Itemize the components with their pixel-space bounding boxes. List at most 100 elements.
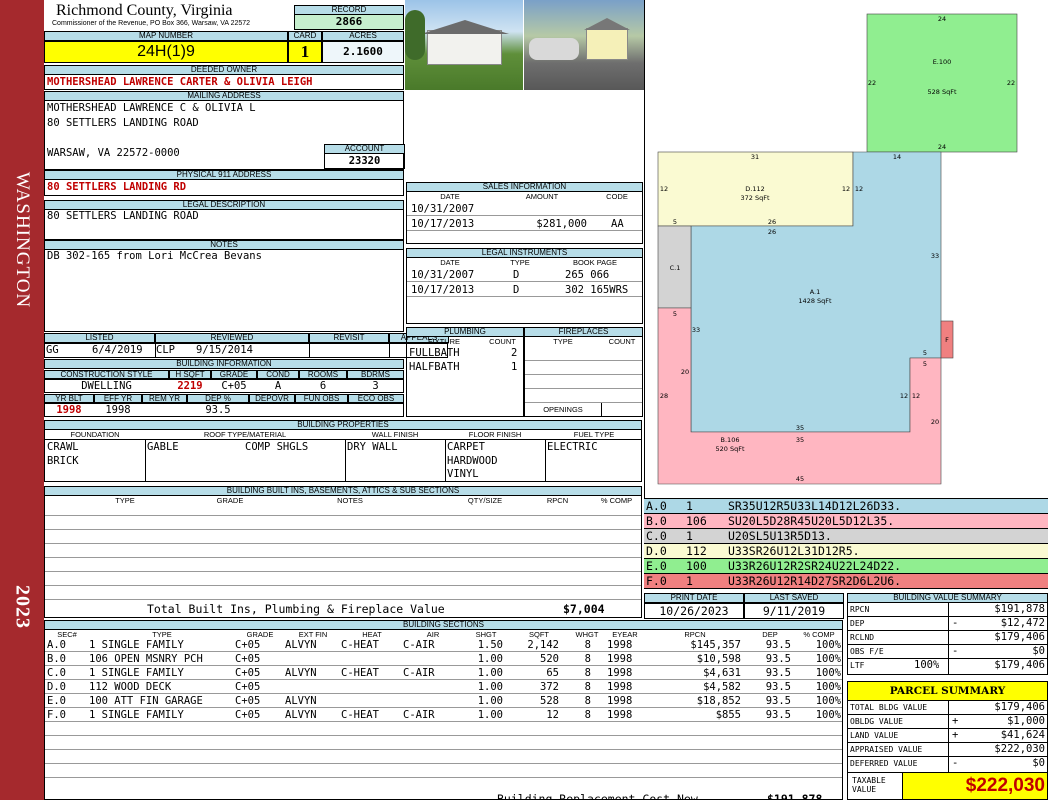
sketch-vectors-list: A.0 1 SR35U12R5U33L14D12L26D33. B.0 106 … <box>644 498 1048 590</box>
section-row: C.0 1 SINGLE FAMILY C+05 ALVYN C-HEAT C-AIR 1.… <box>45 667 842 680</box>
mailing-address-label: MAILING ADDRESS <box>44 91 404 101</box>
replacement-cost-value: $191,878 <box>767 792 823 800</box>
acres-label: ACRES <box>322 31 404 41</box>
physical-address-section: PHYSICAL 911 ADDRESS 80 SETTLERS LANDING… <box>44 170 404 196</box>
svg-text:5: 5 <box>923 360 927 368</box>
notes-label: NOTES <box>44 240 404 250</box>
map-number-value: 24H(1)9 <box>44 41 288 63</box>
floor-finish-1: CARPET <box>447 441 485 453</box>
instrument-row: 10/31/2007 D 265 066 <box>407 268 642 282</box>
sketch-label-e: E.100 <box>933 58 952 66</box>
reviewed-label: REVIEWED <box>155 333 309 343</box>
legal-instruments-section: LEGAL INSTRUMENTS DATE TYPE BOOK PAGE 10… <box>406 248 643 324</box>
sketch-section-e <box>866 13 1018 153</box>
building-sections: BUILDING SECTIONS SEC# TYPE GRADE EXT FI… <box>44 620 843 800</box>
listed-label: LISTED <box>44 333 155 343</box>
revisit-label: REVISIT <box>309 333 389 343</box>
last-saved-date: 9/11/2019 <box>744 603 844 619</box>
svg-text:28: 28 <box>660 392 668 400</box>
taxable-value: $222,030 <box>903 773 1048 800</box>
plumbing-label: PLUMBING <box>406 327 524 337</box>
roof-material: COMP SHGLS <box>245 441 309 453</box>
physical-address-value: 80 SETTLERS LANDING RD <box>44 180 404 196</box>
legal-description-label: LEGAL DESCRIPTION <box>44 200 404 210</box>
building-properties-section: BUILDING PROPERTIES FOUNDATION ROOF TYPE… <box>44 420 642 482</box>
sketch-label-d: D.112 <box>745 185 764 193</box>
fireplaces-label: FIREPLACES <box>524 327 643 337</box>
review-section: LISTED REVIEWED REVISIT APPEALS GG 6/4/2… <box>44 333 449 358</box>
svg-text:26: 26 <box>768 218 776 226</box>
svg-text:35: 35 <box>796 436 804 444</box>
vector-row: A.0 1 SR35U12R5U33L14D12L26D33. <box>644 499 1048 514</box>
mailing-line2: 80 SETTLERS LANDING ROAD <box>47 117 199 129</box>
sketch-area-d: 372 SqFt <box>740 194 769 202</box>
floor-plan-sketch: E.100 528 SqFt D.112 372 SqFt A.1 1428 S… <box>644 0 1050 498</box>
parcel-summary: PARCEL SUMMARY TOTAL BLDG VALUE $179,406 … <box>847 681 1048 800</box>
built-ins-label: BUILDING BUILT INS, BASEMENTS, ATTICS & … <box>44 486 642 496</box>
instr-col-type: TYPE <box>510 258 530 267</box>
building-info-label: BUILDING INFORMATION <box>44 359 404 369</box>
svg-text:14: 14 <box>893 153 901 161</box>
effective-year: 1998 <box>105 404 131 416</box>
svg-text:26: 26 <box>768 228 776 236</box>
sales-label: SALES INFORMATION <box>406 182 643 192</box>
vector-row: C.0 1 U20SL5U13R5D13. <box>644 529 1048 544</box>
record-value: 2866 <box>294 15 404 30</box>
deeded-owner-section: DEEDED OWNER MOTHERSHEAD LAWRENCE CARTER… <box>44 65 404 90</box>
record-box: RECORD 2866 <box>294 5 404 30</box>
parcel-summary-label: PARCEL SUMMARY <box>847 681 1048 701</box>
fireplaces-section: FIREPLACES TYPE COUNT OPENINGS <box>524 327 643 417</box>
floor-finish-3: VINYL <box>447 468 479 480</box>
district-sidebar: WASHINGTON 2023 <box>0 0 44 800</box>
account-value: 23320 <box>324 154 405 169</box>
svg-text:5: 5 <box>923 349 927 357</box>
reviewed-by: CLP <box>156 344 175 356</box>
acres-value: 2.1600 <box>322 41 404 63</box>
svg-text:12: 12 <box>900 392 908 400</box>
section-row: B.0 106 OPEN MSNRY PCH C+05 1.00 520 8 1998 $10… <box>45 653 842 666</box>
built-ins-total-label: Total Built Ins, Plumbing & Fireplace Va… <box>147 602 445 616</box>
heated-sqft: 2219 <box>177 380 203 392</box>
svg-text:24: 24 <box>938 15 946 23</box>
print-date: 10/26/2023 <box>644 603 744 619</box>
account-box: ACCOUNT 23320 <box>324 144 405 169</box>
sales-row: 10/17/2013 $281,000 AA <box>407 217 642 231</box>
section-row: A.0 1 SINGLE FAMILY C+05 ALVYN C-HEAT C-AIR 1.… <box>45 639 842 652</box>
sketch-label-b: B.106 <box>721 436 740 444</box>
rooms: 6 <box>319 380 327 392</box>
grade: C+05 <box>221 380 247 392</box>
svg-text:5: 5 <box>673 218 677 226</box>
section-row <box>45 750 842 764</box>
svg-text:22: 22 <box>868 79 876 87</box>
deeded-owner-label: DEEDED OWNER <box>44 65 404 75</box>
legal-instruments-label: LEGAL INSTRUMENTS <box>406 248 643 258</box>
openings-label: OPENINGS <box>543 405 583 414</box>
dates-section: PRINT DATE LAST SAVED 10/26/2023 9/11/20… <box>644 593 844 619</box>
svg-text:20: 20 <box>681 368 689 376</box>
parcel-id-row: MAP NUMBER CARD ACRES 24H(1)9 1 2.1600 <box>44 31 404 63</box>
building-properties-label: BUILDING PROPERTIES <box>44 420 642 430</box>
plumbing-section: PLUMBING FIXTURE COUNT FULLBATH 2 HALFBA… <box>406 327 524 417</box>
svg-text:12: 12 <box>912 392 920 400</box>
instr-col-date: DATE <box>440 258 460 267</box>
built-ins-total-value: $7,004 <box>563 602 605 616</box>
svg-text:20: 20 <box>931 418 939 426</box>
built-ins-section: BUILDING BUILT INS, BASEMENTS, ATTICS & … <box>44 486 642 618</box>
district-name: WASHINGTON <box>12 171 33 309</box>
county-title: Richmond County, Virginia <box>56 2 233 19</box>
notes-value: DB 302-165 from Lori McCrea Bevans <box>44 250 404 332</box>
mailing-line3: WARSAW, VA 22572-0000 <box>47 147 180 159</box>
map-number-label: MAP NUMBER <box>44 31 288 41</box>
sketch-area-e: 528 SqFt <box>927 88 956 96</box>
plumbing-row: HALFBATH 1 <box>409 361 518 373</box>
section-row: E.0 100 ATT FIN GARAGE C+05 ALVYN 1.00 528 8 19… <box>45 695 842 708</box>
sales-section: SALES INFORMATION DATE AMOUNT CODE 10/31… <box>406 182 643 244</box>
sketch-label-a: A.1 <box>810 288 821 296</box>
section-row: D.0 112 WOOD DECK C+05 1.00 372 8 1998 $4,582 93… <box>45 681 842 694</box>
card-label: CARD <box>288 31 322 41</box>
svg-text:31: 31 <box>751 153 759 161</box>
tax-year: 2023 <box>11 585 34 629</box>
sketch-label-f: F <box>945 336 949 344</box>
legal-description-section: LEGAL DESCRIPTION 80 SETTLERS LANDING RO… <box>44 200 404 240</box>
notes-section: NOTES DB 302-165 from Lori McCrea Bevans <box>44 240 404 332</box>
